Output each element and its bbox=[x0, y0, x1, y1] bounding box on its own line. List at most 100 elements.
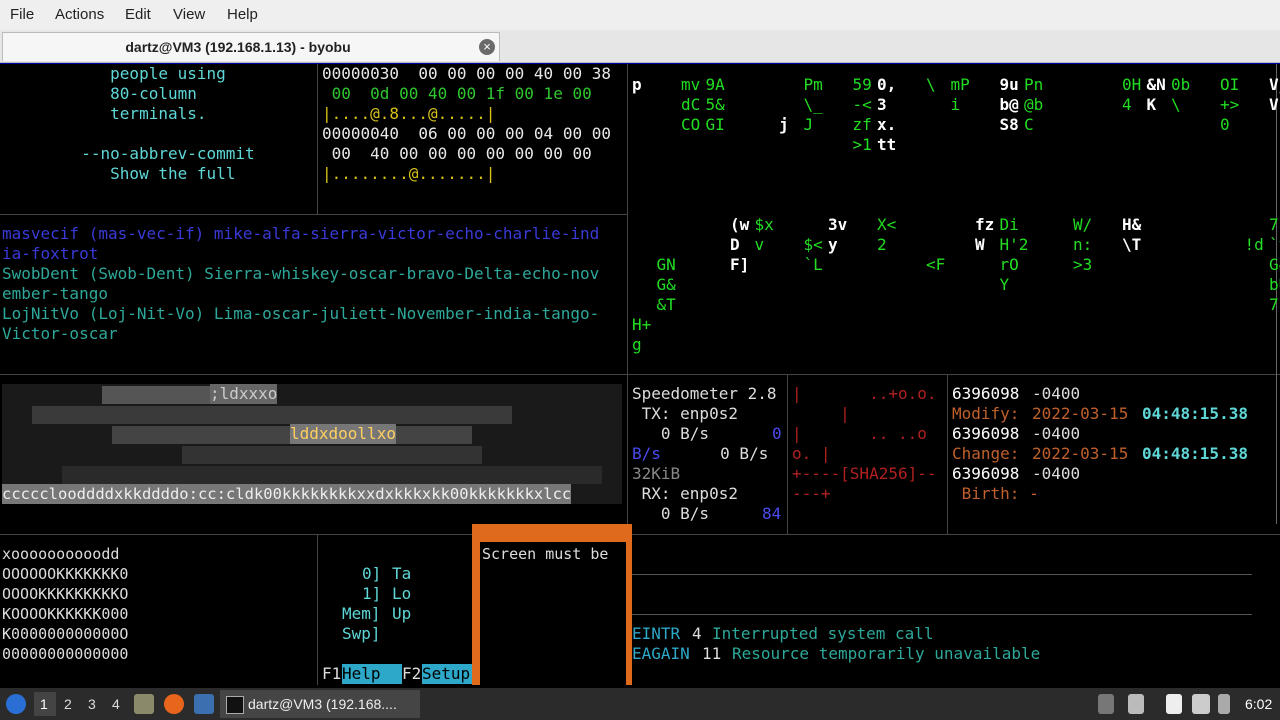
matrix-column: 9ub@S8 bbox=[999, 75, 1019, 134]
matrix-column: mvdCCO bbox=[681, 75, 701, 134]
word-line: LojNitVo (Loj-Nit-Vo) Lima-oscar-juliett… bbox=[2, 304, 600, 323]
file-manager-icon[interactable] bbox=[134, 694, 154, 714]
pane-divider bbox=[317, 534, 318, 685]
rx-value: 84 bbox=[762, 504, 782, 523]
stat-tz: -0400 bbox=[1032, 464, 1081, 483]
matrix-pane: p mvdCCO 9A5&GI j Pm\_J 59-<zf>1 0,3x.tt \ mPi 9u… bbox=[630, 64, 1280, 364]
pane-divider bbox=[787, 374, 788, 534]
setup-button[interactable]: Setup bbox=[422, 664, 472, 684]
kchar-line: OOOOKKKKKKKKKO bbox=[2, 585, 129, 603]
matrix-column: GNG&&T bbox=[656, 255, 676, 314]
kchar-line: K000000000000O bbox=[2, 625, 129, 643]
bs-label: B/s bbox=[632, 444, 661, 463]
network-icon[interactable] bbox=[1192, 694, 1210, 714]
cpu1-label: 1] bbox=[362, 584, 382, 603]
matrix-column: 0,3x.tt bbox=[877, 75, 897, 154]
htop-value: Ta bbox=[392, 564, 412, 583]
terminal-area[interactable]: people using 80-column terminals. --no-a… bbox=[0, 63, 1280, 685]
tab-title: dartz@VM3 (192.168.1.13) - byobu bbox=[125, 39, 351, 55]
tx-label: TX: enp0s2 bbox=[632, 404, 738, 423]
f2-key: F2 bbox=[402, 664, 422, 683]
help-line: terminals. bbox=[62, 104, 207, 123]
art-block bbox=[62, 466, 602, 484]
speedometer-title: Speedometer 2.8 bbox=[632, 384, 777, 403]
kchar-line: 00000000000000 bbox=[2, 645, 129, 663]
desktop-icon[interactable] bbox=[194, 694, 214, 714]
workspace-3[interactable]: 3 bbox=[88, 696, 96, 712]
matrix-column: 59-<zf>1 bbox=[852, 75, 872, 154]
screen-message: Screen must be bbox=[482, 545, 609, 563]
sha-line: +----[SHA256]-- bbox=[792, 464, 937, 483]
art-text: lddxdoollxo bbox=[290, 424, 396, 444]
pane-divider bbox=[627, 64, 628, 524]
htop-value: Lo bbox=[392, 584, 412, 603]
help-button[interactable]: Help bbox=[342, 664, 402, 684]
menu-file[interactable]: File bbox=[10, 6, 34, 23]
ascii-art-pane: ;ldxxxo lddxdoollxo ccccclooddddxkkddddo… bbox=[2, 384, 622, 504]
menu-help[interactable]: Help bbox=[227, 6, 258, 23]
errno-num: 4 bbox=[692, 624, 702, 643]
change-label: Change: bbox=[952, 444, 1020, 463]
rx-label: RX: enp0s2 bbox=[632, 484, 738, 503]
workspace-2[interactable]: 2 bbox=[64, 696, 72, 712]
modify-time: 04:48:15.38 bbox=[1142, 404, 1248, 423]
help-line: people using bbox=[62, 64, 226, 83]
errno-msg: Interrupted system call bbox=[712, 624, 934, 643]
matrix-column: 0H4 bbox=[1122, 75, 1142, 114]
art-text: ccccclooddddxkkddddo:cc:cldk00kkkkkkkkxx… bbox=[2, 484, 572, 504]
workspace-1[interactable]: 1 bbox=[40, 696, 48, 712]
matrix-column: Pn@bC bbox=[1024, 75, 1044, 134]
matrix-column: !d bbox=[1244, 235, 1264, 254]
help-line: 80-column bbox=[62, 84, 197, 103]
matrix-column: H&\T bbox=[1122, 215, 1142, 254]
sha-line: | .. ..o bbox=[792, 424, 927, 443]
menu-actions[interactable]: Actions bbox=[55, 6, 104, 23]
modify-date: 2022-03-15 bbox=[1032, 404, 1129, 423]
menu-edit[interactable]: Edit bbox=[125, 6, 151, 23]
tx-value: 0 bbox=[772, 424, 782, 443]
matrix-column: 3vy bbox=[828, 215, 848, 254]
task-button[interactable]: dartz@VM3 (192.168.... bbox=[220, 690, 420, 718]
close-icon[interactable]: × bbox=[479, 39, 495, 55]
taskbar: 1 2 3 4 dartz@VM3 (192.168.... 6:02 bbox=[0, 688, 1280, 720]
help-line: Show the full bbox=[62, 164, 236, 183]
start-menu-icon[interactable] bbox=[6, 694, 26, 714]
sha-line: | ..+o.o. bbox=[792, 384, 937, 403]
pane-divider bbox=[0, 214, 627, 215]
cpu0-label: 0] bbox=[362, 564, 382, 583]
swp-label: Swp] bbox=[342, 624, 381, 643]
word-line-highlight: masvecif (mas-vec-if) mike-alfa-sierra-v… bbox=[2, 224, 600, 243]
word-line-highlight: ia-foxtrot bbox=[2, 244, 99, 263]
volume-icon[interactable] bbox=[1128, 694, 1144, 714]
pane-divider bbox=[947, 374, 948, 534]
matrix-column: DiH'2rOY bbox=[999, 215, 1029, 294]
shutdown-icon[interactable] bbox=[1218, 694, 1230, 714]
pane-divider bbox=[632, 574, 1252, 575]
kchar-line: OOOOOOKKKKKKK0 bbox=[2, 565, 129, 583]
matrix-column: &NK bbox=[1146, 75, 1166, 114]
firefox-icon[interactable] bbox=[164, 694, 184, 714]
f1-key: F1 bbox=[322, 664, 342, 683]
errno-msg: Resource temporarily unavailable bbox=[732, 644, 1041, 663]
hex-line: 00000040 06 00 00 00 04 00 00 bbox=[322, 124, 611, 143]
pane-divider bbox=[0, 374, 1280, 375]
matrix-column: $<`L bbox=[803, 235, 823, 274]
terminal-tab[interactable]: dartz@VM3 (192.168.1.13) - byobu × bbox=[2, 32, 500, 61]
stat-tz: -0400 bbox=[1032, 424, 1081, 443]
matrix-column: OI+>0 bbox=[1220, 75, 1240, 134]
matrix-column: <F bbox=[926, 255, 946, 274]
sha-line: | bbox=[792, 404, 850, 423]
kchar-line: xoooooooooodd bbox=[2, 545, 120, 563]
matrix-column: \ bbox=[926, 75, 936, 94]
matrix-column: (wDF] bbox=[730, 215, 750, 274]
kchar-line: KOOOOKKKKKK000 bbox=[2, 605, 129, 623]
pane-divider bbox=[0, 534, 1280, 535]
clipboard-icon[interactable] bbox=[1166, 694, 1182, 714]
pane-divider bbox=[632, 614, 1252, 615]
word-line: Victor-oscar bbox=[2, 324, 118, 343]
matrix-column: X<2 bbox=[877, 215, 897, 254]
workspace-4[interactable]: 4 bbox=[112, 696, 120, 712]
tray-icon[interactable] bbox=[1098, 694, 1114, 714]
menu-view[interactable]: View bbox=[173, 6, 205, 23]
screen-message-box: Screen must be bbox=[472, 524, 632, 685]
